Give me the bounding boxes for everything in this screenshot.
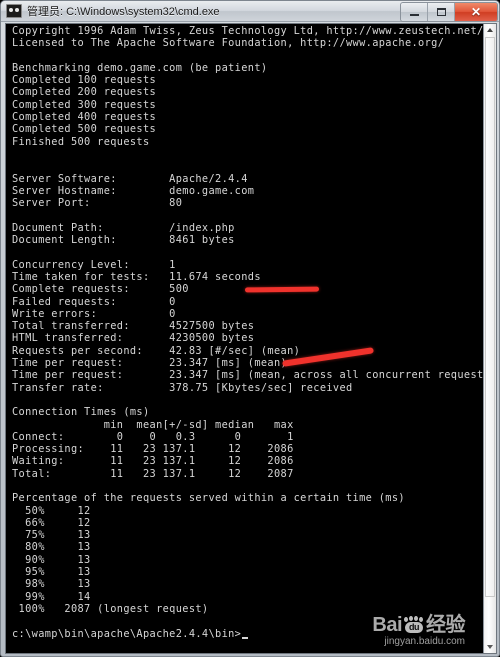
close-icon: ✕ (470, 5, 482, 19)
chevron-down-icon (487, 645, 493, 649)
minimize-icon (409, 14, 419, 16)
text-cursor (241, 637, 248, 639)
close-button[interactable]: ✕ (455, 3, 497, 21)
scroll-up-button[interactable] (484, 24, 496, 36)
maximize-icon (436, 8, 446, 16)
scrollbar-thumb[interactable] (485, 37, 495, 597)
console-client-area: Copyright 1996 Adam Twiss, Zeus Technolo… (5, 23, 497, 654)
scroll-down-button[interactable] (484, 641, 496, 653)
vertical-scrollbar[interactable] (483, 24, 496, 653)
cmd-icon (6, 4, 22, 18)
annotation-time-taken (244, 286, 320, 293)
window-controls: ✕ (400, 2, 498, 22)
chevron-up-icon (487, 28, 493, 32)
console-text: Copyright 1996 Adam Twiss, Zeus Technolo… (12, 25, 483, 640)
minimize-button[interactable] (401, 3, 428, 21)
titlebar[interactable]: 管理员: C:\Windows\system32\cmd.exe ✕ (1, 1, 499, 22)
maximize-button[interactable] (428, 3, 455, 21)
window-title: 管理员: C:\Windows\system32\cmd.exe (27, 6, 220, 18)
cmd-window: 管理员: C:\Windows\system32\cmd.exe ✕ Copyr… (0, 0, 500, 657)
console-output[interactable]: Copyright 1996 Adam Twiss, Zeus Technolo… (6, 24, 483, 653)
